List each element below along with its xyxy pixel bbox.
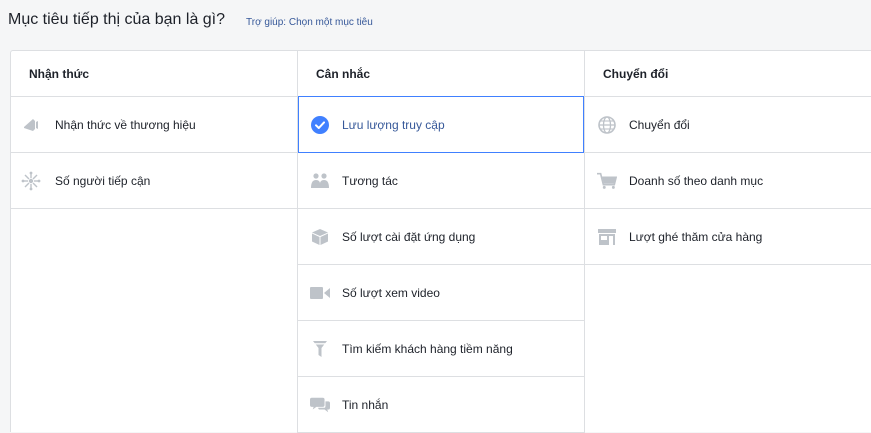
column-conversion: Chuyển đổi Chuyển đổi Doanh số theo danh… [585,51,871,433]
chat-bubbles-icon [310,395,330,415]
objective-label: Tương tác [342,173,398,188]
column-heading-consideration: Cân nhắc [298,51,584,97]
column-heading-conversion: Chuyển đổi [585,51,871,97]
megaphone-icon [21,115,41,135]
column-consideration: Cân nhắc Lưu lượng truy cập Tương tác Số… [298,51,585,433]
objective-label: Lượt ghé thăm cửa hàng [629,229,763,244]
objective-label: Lưu lượng truy cập [342,117,445,132]
objective-store-visits[interactable]: Lượt ghé thăm cửa hàng [585,209,871,265]
cart-icon [597,171,617,191]
objective-table: Nhận thức Nhận thức về thương hiệu Số ng… [10,50,871,433]
video-camera-icon [310,283,330,303]
objective-label: Số người tiếp cận [55,173,151,188]
check-circle-icon [310,115,330,135]
objective-label: Tin nhắn [342,397,389,412]
header: Mục tiêu tiếp thị của bạn là gì? Trợ giú… [0,0,871,50]
objective-traffic[interactable]: Lưu lượng truy cập [298,96,584,153]
people-icon [310,171,330,191]
column-heading-awareness: Nhận thức [11,51,297,97]
objective-video-views[interactable]: Số lượt xem video [298,265,584,321]
help-link[interactable]: Trợ giúp: Chọn một mục tiêu [246,17,373,28]
objective-catalog-sales[interactable]: Doanh số theo danh mục [585,153,871,209]
reach-star-icon [21,171,41,191]
objective-conversions[interactable]: Chuyển đổi [585,97,871,153]
objective-label: Chuyển đổi [629,117,690,132]
column-awareness: Nhận thức Nhận thức về thương hiệu Số ng… [11,51,298,433]
objective-app-installs[interactable]: Số lượt cài đặt ứng dụng [298,209,584,265]
objective-label: Doanh số theo danh mục [629,173,764,188]
objective-engagement[interactable]: Tương tác [298,153,584,209]
objective-reach[interactable]: Số người tiếp cận [11,153,297,209]
objective-label: Nhận thức về thương hiệu [55,117,196,132]
objective-label: Số lượt xem video [342,285,440,300]
objective-label: Tìm kiếm khách hàng tiềm năng [342,341,513,356]
objective-lead-generation[interactable]: Tìm kiếm khách hàng tiềm năng [298,321,584,377]
store-icon [597,227,617,247]
objective-messages[interactable]: Tin nhắn [298,377,584,433]
box-icon [310,227,330,247]
page-title: Mục tiêu tiếp thị của bạn là gì? [8,11,226,28]
funnel-icon [310,339,330,359]
objective-brand-awareness[interactable]: Nhận thức về thương hiệu [11,97,297,153]
globe-icon [597,115,617,135]
objective-label: Số lượt cài đặt ứng dụng [342,229,476,244]
